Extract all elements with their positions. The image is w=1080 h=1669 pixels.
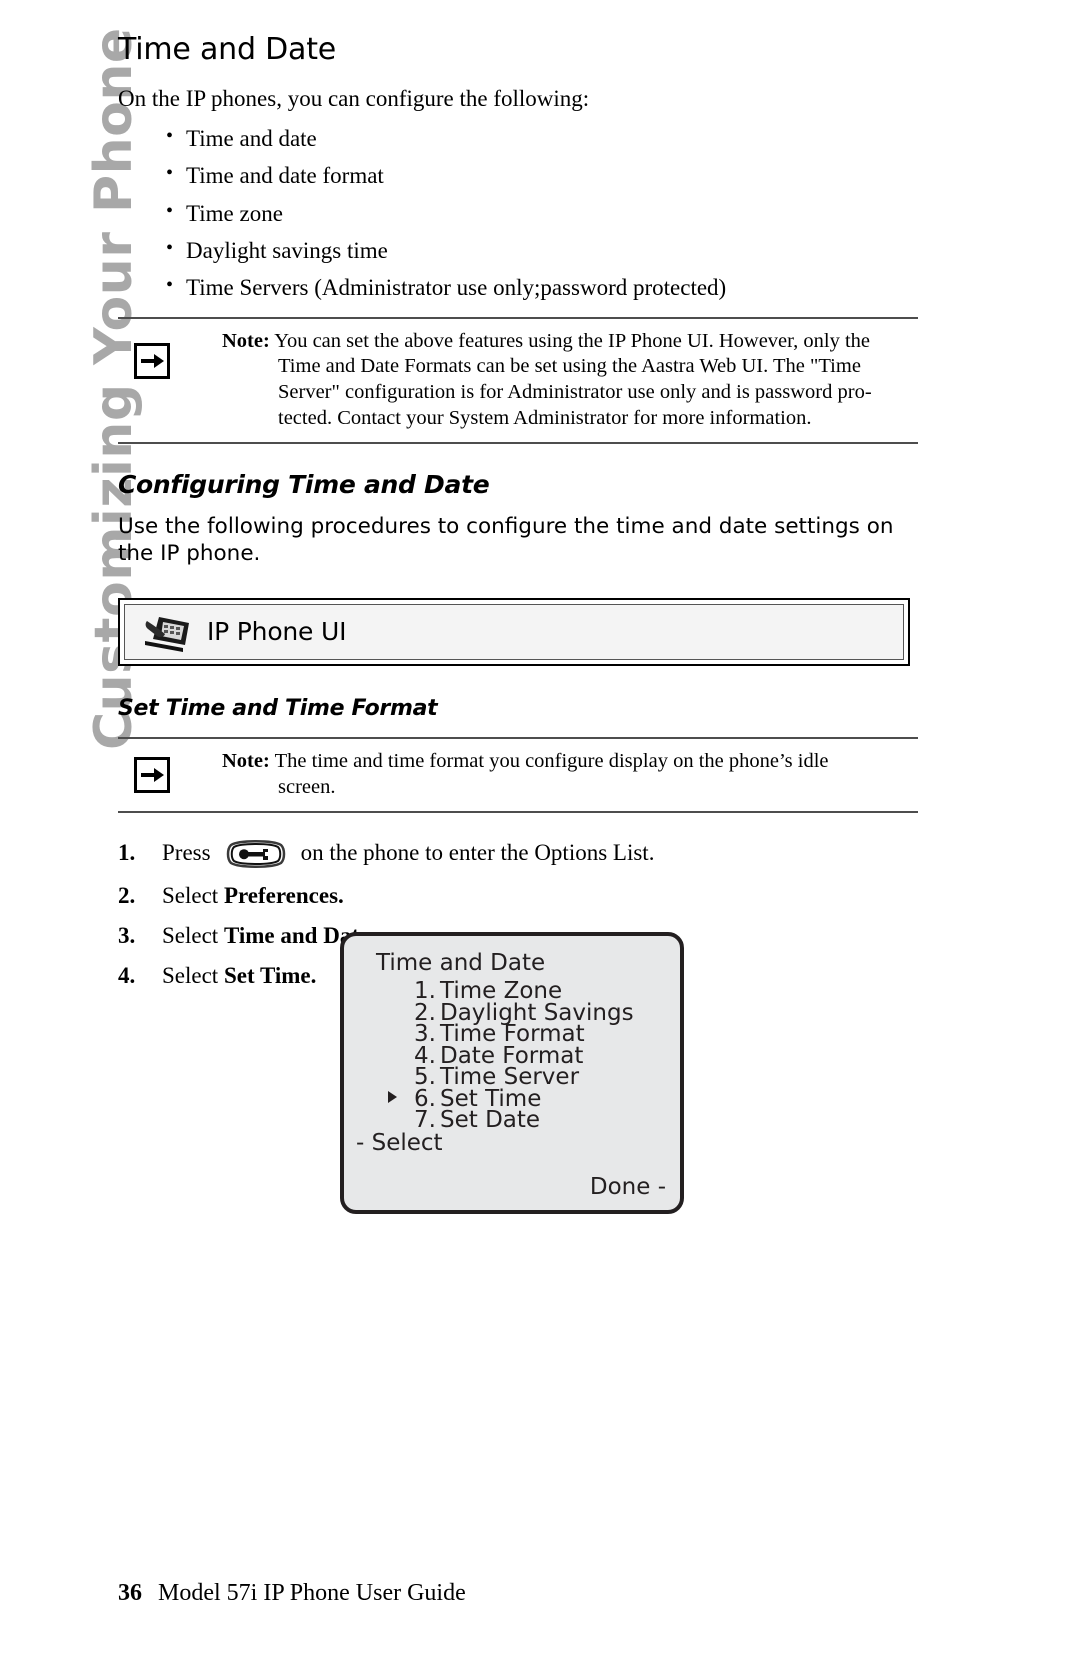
note-line: screen. <box>278 775 336 798</box>
note-box: Note: You can set the above features usi… <box>118 316 918 444</box>
page-content: Time and Date On the IP phones, you can … <box>118 0 918 1004</box>
list-item: Time zone <box>118 200 918 226</box>
step-target: Set Time. <box>223 963 317 989</box>
list-item: Daylight savings time <box>118 237 918 263</box>
step-1: 1. Press on the phone to enter the Optio… <box>118 839 918 869</box>
note-line: Server" configuration is for Administrat… <box>278 381 872 404</box>
ip-phone-ui-banner-label: IP Phone UI <box>207 617 347 647</box>
phone-menu-item-time-zone[interactable]: 1. Time Zone <box>388 980 668 1003</box>
section-body: Use the following procedures to configur… <box>118 513 894 567</box>
ip-phone-ui-banner: IP Phone UI <box>118 597 910 666</box>
step-number: 1. <box>118 840 136 866</box>
step-number: 4. <box>118 963 136 989</box>
phone-menu-item-date-format[interactable]: 4. Date Format <box>388 1044 668 1067</box>
selection-arrow-icon <box>388 1090 397 1103</box>
softkey-done[interactable]: Done - <box>590 1174 666 1200</box>
list-item: Time Servers (Administrator use only;pas… <box>118 274 918 300</box>
phone-menu-index: 7. <box>414 1107 436 1133</box>
step-text-before: Select <box>162 963 224 989</box>
subsection-heading: Set Time and Time Format <box>118 695 438 721</box>
step-text-before: Press <box>162 840 211 866</box>
phone-menu-label: Set Date <box>440 1107 541 1133</box>
page-footer: 36 Model 57i IP Phone User Guide <box>118 1580 466 1607</box>
phone-menu-item-time-format[interactable]: 3. Time Format <box>388 1023 668 1046</box>
phone-screen-title: Time and Date <box>376 950 546 976</box>
list-item: Time and date <box>118 125 918 151</box>
intro-paragraph: On the IP phones, you can configure the … <box>118 86 590 111</box>
phone-screen-mockup: Time and Date 1. Time Zone 2. Daylight Sav… <box>340 932 684 1214</box>
desk-phone-icon <box>139 609 195 655</box>
feature-bullet-list: Time and date Time and date format Time … <box>118 125 918 300</box>
phone-menu-item-set-time[interactable]: 6. Set Time <box>388 1087 668 1110</box>
softkey-select[interactable]: - Select <box>356 1130 443 1156</box>
step-text-before: Select <box>162 923 224 949</box>
footer-guide-title: Model 57i IP Phone User Guide <box>158 1580 466 1606</box>
phone-screen-menu: 1. Time Zone 2. Daylight Savings 3. Time Fo… <box>388 980 668 1133</box>
footer-page-number: 36 <box>118 1580 142 1606</box>
step-2: 2. Select Preferences. <box>118 883 918 909</box>
options-key-icon <box>225 839 287 869</box>
page-title: Time and Date <box>118 32 337 67</box>
note-line: You can set the above features using the… <box>274 329 871 352</box>
step-text-after: on the phone to enter the Options List. <box>300 840 655 866</box>
note-label: Note: <box>222 749 270 772</box>
arrow-right-icon <box>134 342 170 379</box>
step-target: Preferences. <box>223 882 344 908</box>
section-heading: Configuring Time and Date <box>118 469 490 499</box>
phone-menu-item-daylight-savings[interactable]: 2. Daylight Savings <box>388 1001 668 1024</box>
step-number: 2. <box>118 882 136 908</box>
note-body: Note: You can set the above features usi… <box>222 329 918 432</box>
note-line: The time and time format you configure d… <box>274 749 829 772</box>
note-box: Note: The time and time format you confi… <box>118 736 918 813</box>
note-label: Note: <box>222 329 270 352</box>
arrow-right-icon <box>134 756 170 793</box>
step-number: 3. <box>118 923 136 949</box>
list-item: Time and date format <box>118 162 918 188</box>
note-body: Note: The time and time format you confi… <box>222 749 918 801</box>
note-line: Time and Date Formats can be set using t… <box>278 355 861 378</box>
note-line: tected. Contact your System Administrato… <box>278 407 812 430</box>
step-text-before: Select <box>162 882 224 908</box>
phone-menu-item-set-date[interactable]: 7. Set Date <box>388 1107 668 1133</box>
phone-menu-item-time-server[interactable]: 5. Time Server <box>388 1066 668 1089</box>
chapter-side-tab: Customizing Your Phone <box>0 0 144 800</box>
